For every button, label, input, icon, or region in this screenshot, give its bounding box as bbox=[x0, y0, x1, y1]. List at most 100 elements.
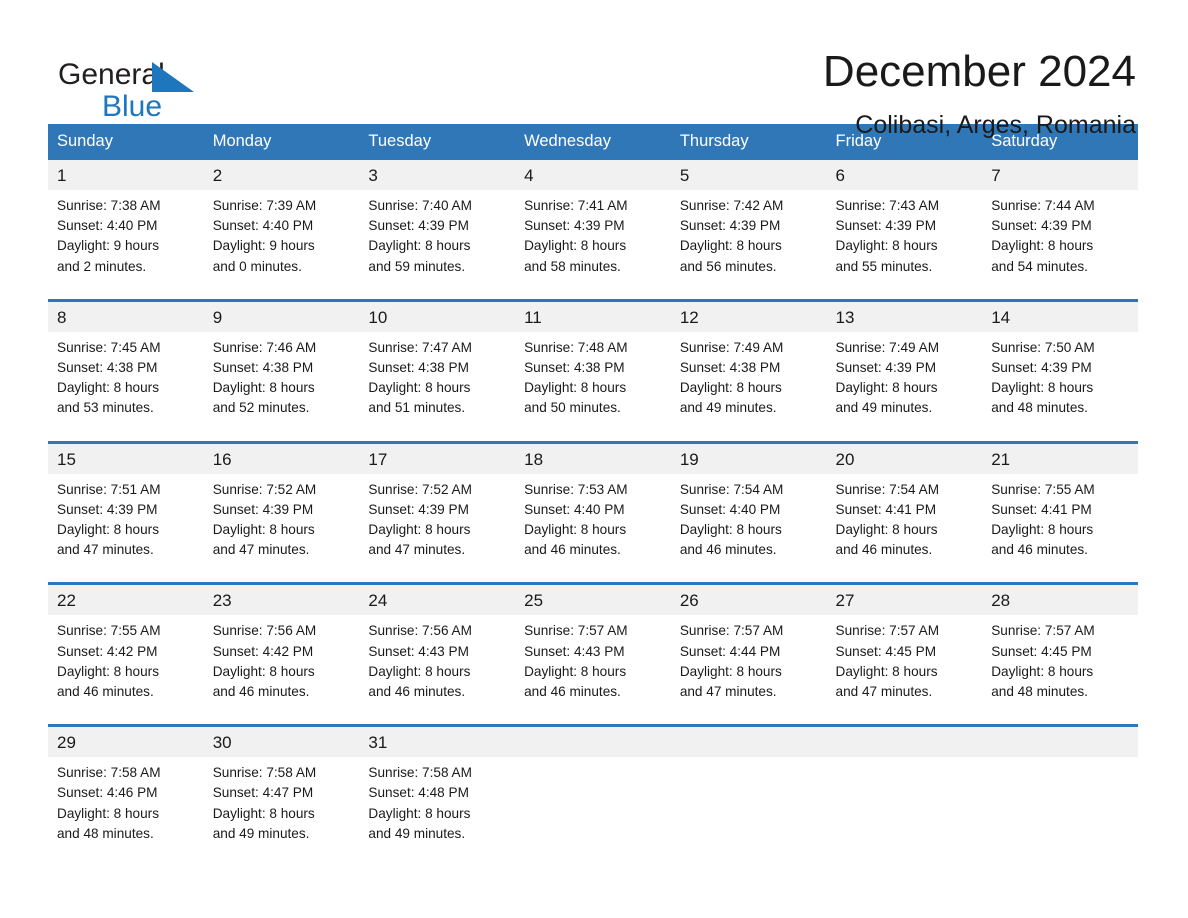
date-number[interactable]: 13 bbox=[826, 298, 983, 332]
daylight-text-line2: and 56 minutes. bbox=[679, 258, 777, 274]
date-number[interactable]: 22 bbox=[48, 582, 204, 616]
week-date-row: 29 30 31 bbox=[48, 724, 1138, 758]
daylight-text-line1: Daylight: 8 hours bbox=[991, 663, 1094, 679]
daylight-text-line1: Daylight: 8 hours bbox=[991, 522, 1094, 538]
date-number[interactable]: 27 bbox=[826, 582, 983, 616]
day-cell[interactable]: Sunrise: 7:50 AM Sunset: 4:39 PM Dayligh… bbox=[982, 331, 1138, 443]
sunset-text: Sunset: 4:42 PM bbox=[212, 643, 314, 659]
date-number[interactable]: 19 bbox=[670, 440, 827, 474]
day-cell[interactable]: Sunrise: 7:52 AM Sunset: 4:39 PM Dayligh… bbox=[203, 473, 360, 584]
date-number[interactable]: 7 bbox=[982, 160, 1138, 190]
date-number[interactable]: 8 bbox=[48, 298, 204, 332]
date-number[interactable]: 28 bbox=[982, 582, 1138, 616]
daylight-text-line2: and 0 minutes. bbox=[212, 258, 302, 274]
daylight-text-line2: and 46 minutes. bbox=[679, 542, 777, 558]
sunrise-text: Sunrise: 7:57 AM bbox=[991, 623, 1095, 639]
empty-date-cell bbox=[982, 724, 1138, 758]
date-number[interactable]: 20 bbox=[826, 440, 983, 474]
day-cell[interactable]: Sunrise: 7:55 AM Sunset: 4:42 PM Dayligh… bbox=[48, 615, 204, 726]
date-number[interactable]: 26 bbox=[670, 582, 827, 616]
day-cell[interactable]: Sunrise: 7:54 AM Sunset: 4:41 PM Dayligh… bbox=[826, 473, 983, 584]
date-number[interactable]: 16 bbox=[203, 440, 360, 474]
day-cell[interactable]: Sunrise: 7:38 AM Sunset: 4:40 PM Dayligh… bbox=[48, 190, 204, 301]
day-cell[interactable]: Sunrise: 7:57 AM Sunset: 4:44 PM Dayligh… bbox=[670, 615, 827, 726]
calendar-page: General Blue December 2024 Colibasi, Arg… bbox=[0, 0, 1188, 918]
date-number[interactable]: 18 bbox=[515, 440, 671, 474]
daylight-text-line1: Daylight: 8 hours bbox=[57, 805, 160, 821]
daylight-text-line2: and 49 minutes. bbox=[212, 825, 310, 841]
day-cell[interactable]: Sunrise: 7:46 AM Sunset: 4:38 PM Dayligh… bbox=[203, 331, 360, 443]
sunset-text: Sunset: 4:40 PM bbox=[524, 501, 625, 517]
daylight-text-line2: and 50 minutes. bbox=[524, 400, 621, 416]
date-number[interactable]: 9 bbox=[203, 298, 360, 332]
week-info-row: Sunrise: 7:51 AM Sunset: 4:39 PM Dayligh… bbox=[48, 473, 1138, 584]
day-cell[interactable]: Sunrise: 7:52 AM Sunset: 4:39 PM Dayligh… bbox=[359, 473, 516, 584]
date-number[interactable]: 31 bbox=[359, 724, 516, 758]
date-number[interactable]: 10 bbox=[359, 298, 516, 332]
sunrise-text: Sunrise: 7:55 AM bbox=[991, 481, 1095, 497]
sunrise-text: Sunrise: 7:54 AM bbox=[835, 481, 940, 497]
date-number[interactable]: 17 bbox=[359, 440, 516, 474]
day-cell[interactable]: Sunrise: 7:56 AM Sunset: 4:43 PM Dayligh… bbox=[359, 615, 516, 726]
day-cell[interactable]: Sunrise: 7:43 AM Sunset: 4:39 PM Dayligh… bbox=[826, 190, 983, 301]
day-cell[interactable]: Sunrise: 7:51 AM Sunset: 4:39 PM Dayligh… bbox=[48, 473, 204, 584]
date-number[interactable]: 3 bbox=[359, 160, 516, 190]
day-cell[interactable]: Sunrise: 7:58 AM Sunset: 4:46 PM Dayligh… bbox=[48, 757, 204, 867]
day-cell[interactable]: Sunrise: 7:44 AM Sunset: 4:39 PM Dayligh… bbox=[982, 190, 1138, 301]
general-blue-logo[interactable]: General Blue bbox=[58, 46, 218, 122]
sunset-text: Sunset: 4:39 PM bbox=[368, 501, 469, 517]
date-number[interactable]: 24 bbox=[359, 582, 516, 616]
daylight-text-line2: and 49 minutes. bbox=[368, 825, 466, 841]
daylight-text-line2: and 55 minutes. bbox=[835, 258, 933, 274]
day-cell[interactable]: Sunrise: 7:57 AM Sunset: 4:43 PM Dayligh… bbox=[515, 615, 671, 726]
sunset-text: Sunset: 4:41 PM bbox=[991, 501, 1092, 517]
day-cell[interactable]: Sunrise: 7:58 AM Sunset: 4:47 PM Dayligh… bbox=[203, 757, 360, 867]
day-cell[interactable]: Sunrise: 7:48 AM Sunset: 4:38 PM Dayligh… bbox=[515, 331, 671, 443]
day-cell[interactable]: Sunrise: 7:54 AM Sunset: 4:40 PM Dayligh… bbox=[670, 473, 827, 584]
day-cell[interactable]: Sunrise: 7:58 AM Sunset: 4:48 PM Dayligh… bbox=[359, 757, 516, 867]
day-cell[interactable]: Sunrise: 7:47 AM Sunset: 4:38 PM Dayligh… bbox=[359, 331, 516, 443]
date-number[interactable]: 1 bbox=[48, 160, 204, 190]
sunset-text: Sunset: 4:38 PM bbox=[679, 360, 781, 376]
sunrise-text: Sunrise: 7:40 AM bbox=[368, 198, 472, 213]
day-cell[interactable]: Sunrise: 7:45 AM Sunset: 4:38 PM Dayligh… bbox=[48, 331, 204, 443]
day-cell[interactable]: Sunrise: 7:57 AM Sunset: 4:45 PM Dayligh… bbox=[982, 615, 1138, 726]
week-date-row: 8 9 10 11 12 13 14 bbox=[48, 298, 1138, 332]
date-number[interactable]: 25 bbox=[515, 582, 671, 616]
week-date-row: 15 16 17 18 19 20 21 bbox=[48, 440, 1138, 474]
date-number[interactable]: 4 bbox=[515, 160, 671, 190]
sunset-text: Sunset: 4:38 PM bbox=[524, 360, 625, 376]
day-cell[interactable]: Sunrise: 7:39 AM Sunset: 4:40 PM Dayligh… bbox=[203, 190, 360, 301]
date-number[interactable]: 14 bbox=[982, 298, 1138, 332]
date-number[interactable]: 6 bbox=[826, 160, 983, 190]
daylight-text-line2: and 49 minutes. bbox=[835, 400, 933, 416]
date-number[interactable]: 12 bbox=[670, 298, 827, 332]
daylight-text-line1: Daylight: 8 hours bbox=[368, 238, 471, 254]
day-cell[interactable]: Sunrise: 7:42 AM Sunset: 4:39 PM Dayligh… bbox=[670, 190, 827, 301]
daylight-text-line1: Daylight: 8 hours bbox=[679, 663, 782, 679]
date-number[interactable]: 23 bbox=[203, 582, 360, 616]
daylight-text-line1: Daylight: 8 hours bbox=[991, 238, 1094, 254]
sunset-text: Sunset: 4:48 PM bbox=[368, 785, 469, 801]
day-cell[interactable]: Sunrise: 7:57 AM Sunset: 4:45 PM Dayligh… bbox=[826, 615, 983, 726]
sunset-text: Sunset: 4:43 PM bbox=[368, 643, 469, 659]
day-cell[interactable]: Sunrise: 7:40 AM Sunset: 4:39 PM Dayligh… bbox=[359, 190, 516, 301]
date-number[interactable]: 29 bbox=[48, 724, 204, 758]
daylight-text-line1: Daylight: 8 hours bbox=[212, 805, 315, 821]
day-cell[interactable]: Sunrise: 7:49 AM Sunset: 4:38 PM Dayligh… bbox=[670, 331, 827, 443]
daylight-text-line1: Daylight: 8 hours bbox=[835, 380, 938, 396]
date-number[interactable]: 2 bbox=[203, 160, 360, 190]
sunrise-text: Sunrise: 7:42 AM bbox=[679, 198, 784, 213]
day-cell[interactable]: Sunrise: 7:49 AM Sunset: 4:39 PM Dayligh… bbox=[826, 331, 983, 443]
day-cell[interactable]: Sunrise: 7:53 AM Sunset: 4:40 PM Dayligh… bbox=[515, 473, 671, 584]
date-number[interactable]: 21 bbox=[982, 440, 1138, 474]
date-number[interactable]: 15 bbox=[48, 440, 204, 474]
day-cell[interactable]: Sunrise: 7:55 AM Sunset: 4:41 PM Dayligh… bbox=[982, 473, 1138, 584]
date-number[interactable]: 30 bbox=[203, 724, 360, 758]
daylight-text-line1: Daylight: 8 hours bbox=[57, 380, 160, 396]
date-number[interactable]: 5 bbox=[670, 160, 827, 190]
daylight-text-line2: and 46 minutes. bbox=[524, 684, 621, 700]
day-cell[interactable]: Sunrise: 7:56 AM Sunset: 4:42 PM Dayligh… bbox=[203, 615, 360, 726]
day-cell[interactable]: Sunrise: 7:41 AM Sunset: 4:39 PM Dayligh… bbox=[515, 190, 671, 301]
date-number[interactable]: 11 bbox=[515, 298, 671, 332]
